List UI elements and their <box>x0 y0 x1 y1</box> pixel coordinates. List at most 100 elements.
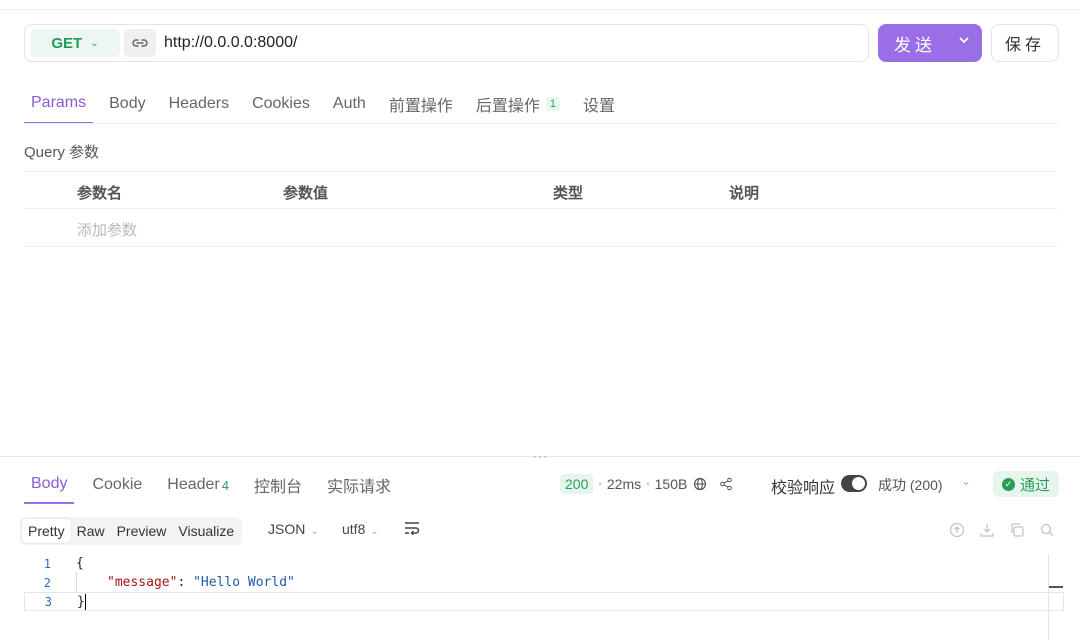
request-tabs: Params Body Headers Cookies Auth 前置操作 后置… <box>24 84 631 124</box>
column-header-description: 说明 <box>729 185 760 202</box>
add-param-row[interactable]: 添加参数 <box>24 209 1057 247</box>
link-icon[interactable] <box>124 29 156 57</box>
tab-cookies[interactable]: Cookies <box>245 84 317 124</box>
tab-label: Body <box>109 95 146 112</box>
encoding-value: utf8 <box>342 521 366 537</box>
tab-settings[interactable]: 设置 <box>576 84 622 124</box>
chevron-down-icon[interactable] <box>958 33 970 49</box>
table-header: 参数名 参数值 类型 说明 <box>24 171 1057 209</box>
code-text: { <box>76 556 84 571</box>
separator-dot: • <box>646 478 650 490</box>
chevron-down-icon: ⌄ <box>370 526 379 537</box>
count-badge: 4 <box>221 477 229 493</box>
view-mode-group: Pretty Raw Preview Visualize <box>20 517 243 545</box>
download-icon[interactable] <box>978 521 996 539</box>
column-header-name: 参数名 <box>77 185 123 202</box>
method-label: GET <box>51 34 83 52</box>
tab-label: Params <box>31 94 87 111</box>
encoding-select[interactable]: utf8 ⌄ <box>342 521 379 537</box>
tab-console[interactable]: 控制台 <box>247 466 309 504</box>
tab-label: 后置操作 <box>475 98 540 115</box>
response-status-bar: 200 • 22ms • 150B <box>560 472 739 496</box>
pass-badge: ✓ 通过 <box>993 471 1059 497</box>
tab-label: Body <box>31 475 68 492</box>
validate-response-label: 校验响应 <box>771 480 836 497</box>
drag-handle-icon[interactable]: ··· <box>533 449 548 463</box>
code-line: 2 "message": "Hello World" <box>24 573 1064 592</box>
tab-post-operations[interactable]: 后置操作 1 <box>469 84 567 124</box>
view-raw[interactable]: Raw <box>71 519 111 543</box>
tab-actual-request[interactable]: 实际请求 <box>320 466 398 504</box>
code-line: 1 { <box>24 554 1064 573</box>
tab-label: 实际请求 <box>327 479 392 496</box>
tab-auth[interactable]: Auth <box>326 84 373 124</box>
params-table: 参数名 参数值 类型 说明 添加参数 <box>24 171 1057 247</box>
tab-params[interactable]: Params <box>24 84 94 124</box>
search-icon[interactable] <box>1038 521 1056 539</box>
tab-response-header[interactable]: Header 4 <box>160 466 236 504</box>
response-code-view[interactable]: 1 { 2 "message": "Hello World" 3 } <box>24 554 1064 611</box>
share-icon[interactable] <box>718 476 734 492</box>
send-label: 发送 <box>894 35 936 55</box>
code-text: "message": "Hello World" <box>107 575 295 590</box>
query-title: Query 参数 <box>24 144 100 161</box>
validate-response-toggle[interactable] <box>841 475 867 492</box>
view-pretty[interactable]: Pretty <box>22 519 71 543</box>
view-preview[interactable]: Preview <box>111 519 173 543</box>
code-text: } <box>77 593 86 610</box>
url-bar: GET ⌄ http://0.0.0.0:8000/ <box>24 24 869 62</box>
word-wrap-icon[interactable] <box>404 521 420 539</box>
tabs-divider <box>24 123 1060 124</box>
json-key: "message" <box>107 575 178 590</box>
tab-body[interactable]: Body <box>102 84 152 124</box>
view-visualize[interactable]: Visualize <box>172 519 240 543</box>
format-value: JSON <box>268 521 306 537</box>
line-number: 1 <box>43 556 51 571</box>
indent-guide <box>76 572 77 592</box>
add-param-placeholder[interactable]: 添加参数 <box>77 219 137 240</box>
save-button[interactable]: 保存 <box>991 24 1059 62</box>
tab-label: Cookie <box>92 476 143 493</box>
send-button[interactable]: 发送 <box>878 24 982 62</box>
tab-label: 前置操作 <box>388 98 453 115</box>
tab-label: Header <box>167 476 220 493</box>
response-tools <box>948 521 1056 539</box>
line-number: 3 <box>44 594 52 609</box>
status-code-badge: 200 <box>560 474 594 494</box>
tab-response-body[interactable]: Body <box>24 466 75 504</box>
tab-headers[interactable]: Headers <box>162 84 236 124</box>
column-header-value: 参数值 <box>283 185 329 202</box>
column-header-type: 类型 <box>553 185 584 202</box>
response-time: 22ms <box>606 476 642 492</box>
top-divider <box>0 9 1080 10</box>
pass-label: 通过 <box>1019 476 1050 494</box>
json-value: "Hello World" <box>193 575 295 590</box>
method-select[interactable]: GET ⌄ <box>30 29 120 57</box>
tab-label: Auth <box>332 95 366 112</box>
line-number: 2 <box>43 575 51 590</box>
globe-icon[interactable] <box>692 476 708 492</box>
check-circle-icon: ✓ <box>1001 477 1015 491</box>
chevron-down-icon[interactable]: ⌄ <box>961 474 971 488</box>
code-bracket: } <box>77 594 85 609</box>
validation-result-select[interactable]: 成功 (200) <box>878 475 943 495</box>
json-colon: : <box>177 575 194 590</box>
format-select[interactable]: JSON ⌄ <box>268 521 319 537</box>
chevron-down-icon: ⌄ <box>90 37 99 49</box>
count-badge: 1 <box>545 97 560 111</box>
tab-label: Cookies <box>252 95 310 112</box>
response-size: 150B <box>654 476 688 492</box>
copy-icon[interactable] <box>1008 521 1026 539</box>
url-input[interactable]: http://0.0.0.0:8000/ <box>164 34 297 52</box>
tab-label: 控制台 <box>254 479 303 496</box>
tab-response-cookie[interactable]: Cookie <box>85 466 149 504</box>
chevron-down-icon: ⌄ <box>310 526 319 537</box>
tab-label: 设置 <box>582 98 615 115</box>
upload-icon[interactable] <box>948 521 966 539</box>
separator-dot: • <box>598 478 602 490</box>
vertical-scrollbar[interactable] <box>1048 554 1049 640</box>
response-tabs: Body Cookie Header 4 控制台 实际请求 <box>24 466 409 504</box>
scrollbar-marker <box>1049 586 1063 588</box>
tab-pre-operations[interactable]: 前置操作 <box>382 84 460 124</box>
tab-label: Headers <box>168 95 230 112</box>
